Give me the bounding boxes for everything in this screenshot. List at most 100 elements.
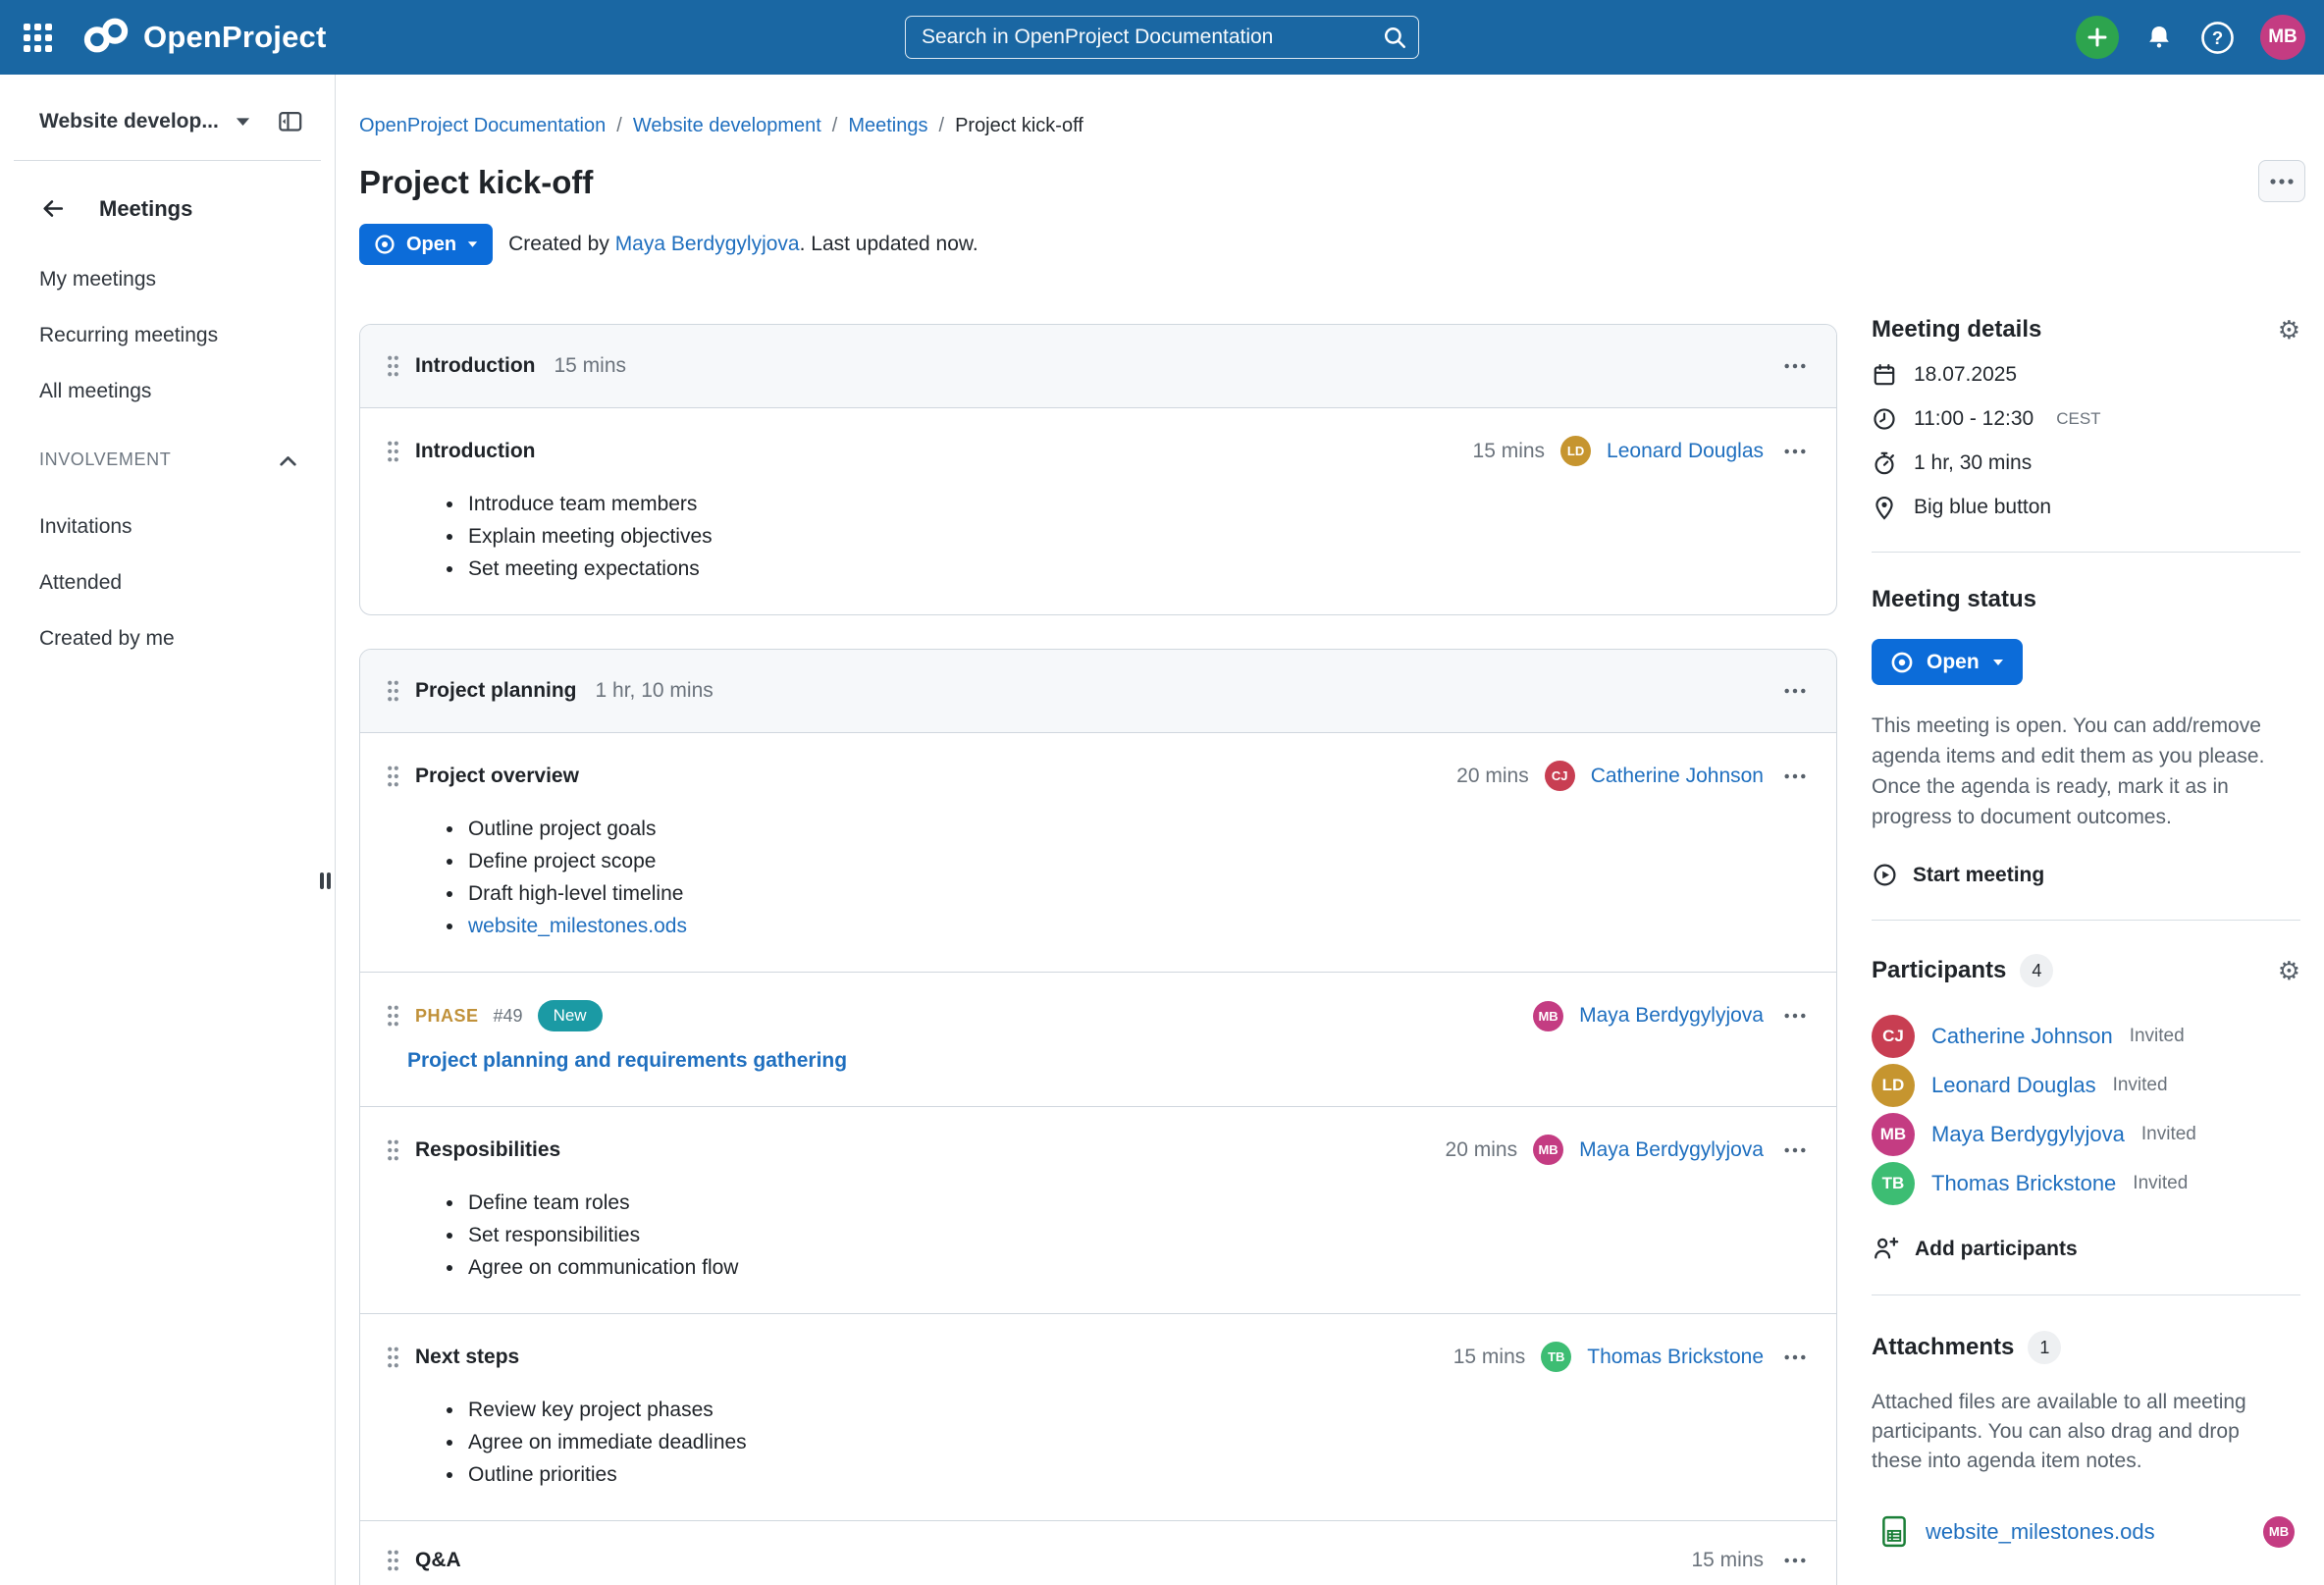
- meeting-time: 11:00 - 12:30: [1914, 407, 2034, 431]
- participant-row: TB Thomas Brickstone Invited: [1872, 1162, 2300, 1205]
- item-more-button[interactable]: [1779, 1347, 1811, 1367]
- breadcrumb-link-project[interactable]: Website development: [633, 114, 821, 137]
- agenda-bullet: Review key project phases: [443, 1394, 1811, 1426]
- sidebar-menu: My meetings Recurring meetings All meeti…: [0, 223, 335, 404]
- involvement-section-toggle[interactable]: INVOLVEMENT: [0, 404, 335, 470]
- sidebar-item-attended[interactable]: Attended: [39, 570, 335, 596]
- agenda-bullet: Draft high-level timeline: [443, 877, 1811, 910]
- start-meeting-label: Start meeting: [1913, 864, 2044, 887]
- participant-link[interactable]: Leonard Douglas: [1931, 1073, 2096, 1098]
- add-participants-button[interactable]: Add participants: [1872, 1235, 2078, 1263]
- ellipsis-icon: [1783, 1012, 1807, 1020]
- involvement-menu: Invitations Attended Created by me: [0, 470, 335, 652]
- meeting-timezone: CEST: [2056, 409, 2100, 429]
- sidebar-item-recurring-meetings[interactable]: Recurring meetings: [39, 323, 335, 348]
- help-icon[interactable]: ?: [2199, 20, 2236, 56]
- agenda-bullet: Agree on communication flow: [443, 1251, 1811, 1284]
- avatar[interactable]: CJ: [1545, 761, 1575, 791]
- presenter-link[interactable]: Leonard Douglas: [1607, 440, 1764, 463]
- drag-handle-icon[interactable]: [386, 1549, 400, 1572]
- avatar[interactable]: TB: [1541, 1342, 1571, 1372]
- breadcrumb-link-meetings[interactable]: Meetings: [848, 114, 927, 137]
- presenter-link[interactable]: Maya Berdygylyjova: [1579, 1138, 1764, 1162]
- item-more-button[interactable]: [1779, 766, 1811, 786]
- agenda-bullet: Outline project goals: [443, 813, 1811, 845]
- status-button-label: Open: [1927, 651, 1980, 674]
- work-package-link[interactable]: Project planning and requirements gather…: [407, 1049, 847, 1073]
- avatar: MB: [2263, 1516, 2295, 1548]
- sidebar-item-all-meetings[interactable]: All meetings: [39, 379, 335, 404]
- participant-link[interactable]: Catherine Johnson: [1931, 1024, 2113, 1049]
- back-arrow-icon[interactable]: [39, 194, 68, 223]
- avatar[interactable]: MB: [1533, 1001, 1563, 1031]
- item-more-button[interactable]: [1779, 1140, 1811, 1160]
- agenda-bullet: Agree on immediate deadlines: [443, 1426, 1811, 1458]
- ellipsis-icon: [1783, 448, 1807, 455]
- presenter-link[interactable]: Catherine Johnson: [1591, 765, 1764, 788]
- sidebar-item-created-by-me[interactable]: Created by me: [39, 626, 335, 652]
- breadcrumb-link-documentation[interactable]: OpenProject Documentation: [359, 114, 606, 137]
- meeting-status-dropdown-button[interactable]: Open: [1872, 639, 2023, 685]
- participant-link[interactable]: Thomas Brickstone: [1931, 1171, 2116, 1196]
- item-more-button[interactable]: [1779, 1006, 1811, 1026]
- section-more-button[interactable]: [1779, 356, 1811, 376]
- avatar[interactable]: MB: [1533, 1135, 1563, 1165]
- drag-handle-icon[interactable]: [386, 1138, 400, 1162]
- attachments-header: Attachments 1: [1872, 1331, 2300, 1364]
- notifications-bell-icon[interactable]: [2143, 22, 2175, 53]
- drag-handle-icon[interactable]: [386, 1004, 400, 1028]
- status-pill-label: Open: [406, 234, 456, 256]
- avatar: TB: [1872, 1162, 1915, 1205]
- item-notes: Outline project goals Define project sco…: [443, 813, 1811, 942]
- search-input[interactable]: [905, 16, 1419, 59]
- file-link[interactable]: website_milestones.ods: [468, 915, 687, 937]
- item-more-button[interactable]: [1779, 1551, 1811, 1570]
- agenda-bullet: Introduce team members: [443, 488, 1811, 520]
- attachment-file-link[interactable]: website_milestones.ods: [1926, 1519, 2155, 1545]
- section-duration: 15 mins: [554, 354, 626, 378]
- app-grid-icon[interactable]: [24, 24, 52, 52]
- gear-icon[interactable]: ⚙: [2278, 317, 2300, 343]
- avatar[interactable]: LD: [1560, 436, 1591, 466]
- participant-link[interactable]: Maya Berdygylyjova: [1931, 1122, 2125, 1147]
- sidebar-resize-handle[interactable]: [320, 872, 331, 889]
- meeting-status-description: This meeting is open. You can add/remove…: [1872, 711, 2284, 832]
- page-more-menu-button[interactable]: [2258, 160, 2305, 202]
- openproject-logo[interactable]: OpenProject: [81, 17, 327, 59]
- work-package-type: PHASE: [415, 1006, 479, 1027]
- item-duration: 20 mins: [1446, 1138, 1518, 1162]
- topbar-right: ? MB: [2076, 15, 2324, 60]
- agenda-section-header: Project planning 1 hr, 10 mins: [360, 650, 1836, 733]
- meeting-date-row: 18.07.2025: [1872, 362, 2300, 388]
- sidebar-item-my-meetings[interactable]: My meetings: [39, 267, 335, 292]
- presenter-link[interactable]: Thomas Brickstone: [1587, 1346, 1764, 1369]
- project-selector[interactable]: Website develop...: [0, 75, 335, 134]
- gear-icon[interactable]: ⚙: [2278, 958, 2300, 983]
- author-link[interactable]: Maya Berdygylyjova: [615, 233, 800, 255]
- attachment-row: website_milestones.ods MB: [1872, 1515, 2300, 1548]
- breadcrumb-separator: /: [616, 114, 622, 137]
- agenda-bullet-file-link: website_milestones.ods: [443, 910, 1811, 942]
- breadcrumb-separator: /: [939, 114, 945, 137]
- drag-handle-icon[interactable]: [386, 765, 400, 788]
- sidebar-item-invitations[interactable]: Invitations: [39, 514, 335, 540]
- meeting-status-heading: Meeting status: [1872, 586, 2300, 613]
- user-avatar[interactable]: MB: [2260, 15, 2305, 60]
- drag-handle-icon[interactable]: [386, 679, 400, 703]
- start-meeting-button[interactable]: Start meeting: [1872, 862, 2044, 888]
- agenda-bullet: Set meeting expectations: [443, 553, 1811, 585]
- panel-divider: [1872, 552, 2300, 553]
- collapse-sidebar-icon[interactable]: [275, 108, 305, 134]
- drag-handle-icon[interactable]: [386, 440, 400, 463]
- item-more-button[interactable]: [1779, 442, 1811, 461]
- drag-handle-icon[interactable]: [386, 1346, 400, 1369]
- search-icon[interactable]: [1382, 25, 1407, 55]
- drag-handle-icon[interactable]: [386, 354, 400, 378]
- presenter-link[interactable]: Maya Berdygylyjova: [1579, 1004, 1764, 1028]
- meeting-status-pill[interactable]: Open: [359, 224, 493, 265]
- meeting-date: 18.07.2025: [1914, 363, 2017, 387]
- participant-status: Invited: [2130, 1026, 2185, 1047]
- breadcrumb: OpenProject Documentation / Website deve…: [359, 114, 1837, 137]
- section-more-button[interactable]: [1779, 681, 1811, 701]
- quick-add-button[interactable]: [2076, 16, 2119, 59]
